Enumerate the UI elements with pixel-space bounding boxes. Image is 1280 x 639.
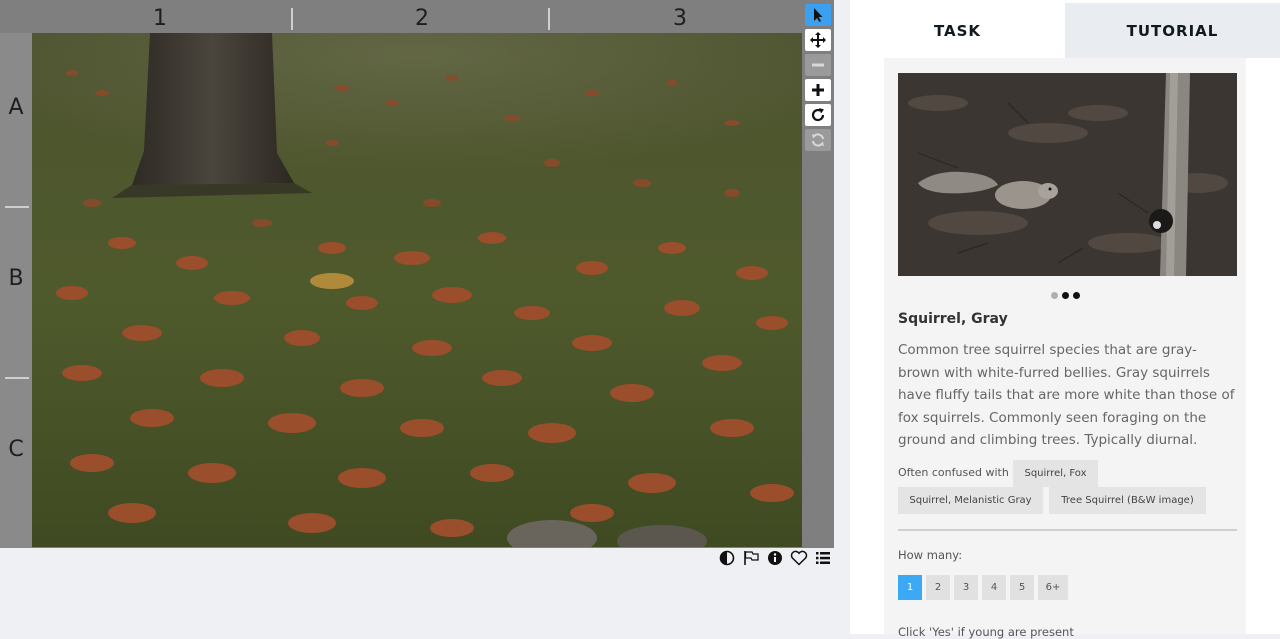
- tab-task[interactable]: TASK: [850, 3, 1065, 58]
- info-icon[interactable]: [766, 549, 784, 567]
- panel-tabs: TASK TUTORIAL: [850, 3, 1280, 58]
- how-many-label: How many:: [898, 548, 963, 562]
- rotate-icon: [811, 108, 825, 122]
- camera-trap-photo[interactable]: [32, 33, 802, 547]
- carousel-dots: [884, 284, 1246, 303]
- viewer-toolbar: [804, 4, 832, 154]
- confused-with-chip[interactable]: Tree Squirrel (B&W image): [1049, 487, 1206, 514]
- row-divider: [5, 206, 29, 208]
- heart-icon[interactable]: [790, 549, 808, 567]
- species-description: Common tree squirrel species that are gr…: [898, 342, 1235, 449]
- count-option-button[interactable]: 4: [982, 575, 1006, 600]
- row-label-a: A: [8, 95, 24, 120]
- task-panel: TASK TUTORIAL Squirrel, Gray Common tree…: [850, 0, 1280, 639]
- row-ruler: A B C: [0, 33, 32, 548]
- rotate-button[interactable]: [805, 104, 831, 126]
- count-option-button[interactable]: 3: [954, 575, 978, 600]
- image-viewer: 1 2 3 A B C: [0, 0, 834, 548]
- how-many-options: 1 2 3 4 5 6+: [898, 575, 1068, 600]
- carousel-dot[interactable]: [1050, 292, 1058, 299]
- column-divider: [548, 8, 550, 30]
- image-actions: [718, 549, 832, 567]
- column-divider: [291, 8, 293, 30]
- species-example-photo[interactable]: [898, 73, 1237, 276]
- zoom-out-button[interactable]: [805, 54, 831, 76]
- list-icon[interactable]: [814, 549, 832, 567]
- count-option-button[interactable]: 1: [898, 575, 922, 600]
- pointer-tool-button[interactable]: [805, 4, 831, 26]
- confused-with-label: Often confused with: [898, 466, 1009, 479]
- zoom-in-icon: [812, 84, 824, 96]
- zoom-in-button[interactable]: [805, 79, 831, 101]
- column-ruler: 1 2 3: [32, 3, 804, 33]
- carousel-dot[interactable]: [1061, 292, 1069, 299]
- column-label-3: 3: [673, 6, 687, 31]
- row-label-c: C: [8, 437, 24, 462]
- tab-tutorial[interactable]: TUTORIAL: [1065, 3, 1280, 58]
- column-label-2: 2: [415, 6, 429, 31]
- move-icon: [810, 32, 826, 48]
- confused-with-chip[interactable]: Squirrel, Melanistic Gray: [898, 487, 1043, 514]
- reset-icon: [812, 133, 824, 147]
- contrast-icon[interactable]: [718, 549, 736, 567]
- zoom-out-icon: [812, 63, 824, 67]
- count-option-button[interactable]: 6+: [1038, 575, 1068, 600]
- count-option-button[interactable]: 2: [926, 575, 950, 600]
- species-name: Squirrel, Gray: [898, 311, 1008, 327]
- species-detail: Squirrel, Gray Common tree squirrel spec…: [884, 58, 1246, 639]
- row-divider: [5, 377, 29, 379]
- young-present-label: Click 'Yes' if young are present: [898, 625, 1074, 639]
- pointer-icon: [814, 8, 823, 22]
- column-label-1: 1: [153, 6, 167, 31]
- move-tool-button[interactable]: [805, 29, 831, 51]
- confused-with-chip[interactable]: Squirrel, Fox: [1013, 460, 1098, 487]
- section-divider: [898, 529, 1237, 531]
- row-label-b: B: [8, 266, 24, 291]
- count-option-button[interactable]: 5: [1010, 575, 1034, 600]
- carousel-dot[interactable]: [1072, 292, 1080, 299]
- flag-icon[interactable]: [742, 549, 760, 567]
- reset-button[interactable]: [805, 129, 831, 151]
